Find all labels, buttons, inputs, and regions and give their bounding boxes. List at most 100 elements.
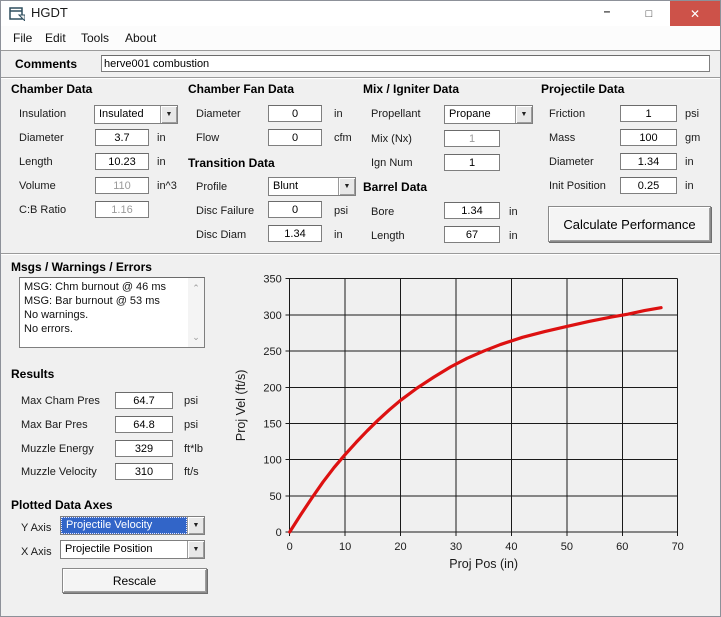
y-axis-select[interactable]: Projectile Velocity ▼: [60, 516, 205, 535]
mix-nx-label: Mix (Nx): [371, 133, 412, 145]
disc-diam-input[interactable]: [268, 225, 322, 242]
dropdown-arrow-icon[interactable]: ▼: [187, 517, 204, 534]
svg-text:200: 200: [263, 382, 281, 394]
cb-ratio-label: C:B Ratio: [19, 204, 66, 216]
svg-text:Proj Pos (in): Proj Pos (in): [449, 557, 518, 571]
app-form-icon: [9, 6, 25, 21]
close-button[interactable]: ✕: [670, 1, 720, 26]
friction-unit: psi: [685, 108, 699, 120]
init-position-input[interactable]: [620, 177, 677, 194]
disc-diam-label: Disc Diam: [196, 229, 246, 241]
max-bar-pres-unit: psi: [184, 419, 198, 431]
minimize-button[interactable]: –: [586, 1, 628, 26]
profile-select[interactable]: Blunt ▼: [268, 177, 356, 196]
muzzle-energy-label: Muzzle Energy: [21, 443, 94, 455]
mix-nx-input: [444, 130, 500, 147]
chamber-volume-label: Volume: [19, 180, 56, 192]
results-title: Results: [11, 367, 54, 381]
friction-input[interactable]: [620, 105, 677, 122]
barrel-length-label: Length: [371, 230, 405, 242]
fan-flow-unit: cfm: [334, 132, 352, 144]
svg-text:40: 40: [505, 541, 517, 553]
mass-label: Mass: [549, 132, 575, 144]
transition-data-title: Transition Data: [188, 156, 275, 170]
chamber-diameter-label: Diameter: [19, 132, 64, 144]
performance-chart: 010203040506070050100150200250300350Proj…: [231, 256, 721, 596]
messages-scrollbar[interactable]: ⌃ ⌄: [188, 278, 204, 347]
chamber-fan-data-title: Chamber Fan Data: [188, 82, 294, 96]
comments-label: Comments: [15, 57, 77, 71]
menu-file[interactable]: File: [13, 31, 32, 45]
dropdown-arrow-icon[interactable]: ▼: [338, 178, 355, 195]
insulation-select[interactable]: Insulated ▼: [94, 105, 178, 124]
bore-input[interactable]: [444, 202, 500, 219]
messages-lines: MSG: Chm burnout @ 46 ms MSG: Bar burnou…: [24, 280, 186, 336]
disc-failure-label: Disc Failure: [196, 205, 254, 217]
message-line: MSG: Chm burnout @ 46 ms: [24, 280, 186, 294]
menu-edit[interactable]: Edit: [45, 31, 66, 45]
fan-diameter-input[interactable]: [268, 105, 322, 122]
ign-num-input[interactable]: [444, 154, 500, 171]
message-line: No errors.: [24, 322, 186, 336]
scroll-up-icon[interactable]: ⌃: [188, 281, 204, 295]
svg-text:70: 70: [672, 541, 684, 553]
max-bar-pres-label: Max Bar Pres: [21, 419, 88, 431]
mass-input[interactable]: [620, 129, 677, 146]
max-cham-pres-unit: psi: [184, 395, 198, 407]
ign-num-label: Ign Num: [371, 157, 413, 169]
comments-input[interactable]: [101, 55, 710, 72]
calculate-performance-button[interactable]: Calculate Performance: [548, 206, 711, 242]
bore-label: Bore: [371, 206, 394, 218]
svg-text:50: 50: [561, 541, 573, 553]
messages-title: Msgs / Warnings / Errors: [11, 260, 152, 274]
bore-unit: in: [509, 206, 518, 218]
barrel-length-unit: in: [509, 230, 518, 242]
propellant-select[interactable]: Propane ▼: [444, 105, 533, 124]
chamber-volume-unit: in^3: [157, 180, 177, 192]
plotted-axes-title: Plotted Data Axes: [11, 498, 113, 512]
fan-diameter-label: Diameter: [196, 108, 241, 120]
muzzle-energy-value: [115, 440, 173, 457]
chamber-diameter-input[interactable]: [95, 129, 149, 146]
dropdown-arrow-icon[interactable]: ▼: [187, 541, 204, 558]
dropdown-arrow-icon[interactable]: ▼: [515, 106, 532, 123]
y-axis-label: Y Axis: [21, 522, 51, 534]
barrel-data-title: Barrel Data: [363, 180, 427, 194]
insulation-label: Insulation: [19, 108, 66, 120]
svg-text:100: 100: [263, 455, 281, 467]
fan-flow-input[interactable]: [268, 129, 322, 146]
mix-igniter-data-title: Mix / Igniter Data: [363, 82, 459, 96]
chamber-length-input[interactable]: [95, 153, 149, 170]
chamber-length-unit: in: [157, 156, 166, 168]
fan-diameter-unit: in: [334, 108, 343, 120]
svg-text:250: 250: [263, 346, 281, 358]
disc-diam-unit: in: [334, 229, 343, 241]
menu-about[interactable]: About: [125, 31, 156, 45]
svg-text:300: 300: [263, 310, 281, 322]
muzzle-velocity-unit: ft/s: [184, 466, 199, 478]
menu-tools[interactable]: Tools: [81, 31, 109, 45]
projectile-data-title: Projectile Data: [541, 82, 624, 96]
cb-ratio-input: [95, 201, 149, 218]
comments-row: Comments: [1, 52, 720, 78]
title-bar: HGDT – □ ✕: [1, 1, 720, 26]
projectile-diameter-label: Diameter: [549, 156, 594, 168]
app-window: HGDT – □ ✕ File Edit Tools About Comment…: [0, 0, 721, 617]
messages-box[interactable]: MSG: Chm burnout @ 46 ms MSG: Bar burnou…: [19, 277, 205, 348]
rescale-button[interactable]: Rescale: [62, 568, 207, 593]
scroll-down-icon[interactable]: ⌄: [188, 330, 204, 344]
disc-failure-input[interactable]: [268, 201, 322, 218]
svg-text:Proj Vel (ft/s): Proj Vel (ft/s): [234, 370, 248, 442]
chamber-length-label: Length: [19, 156, 53, 168]
disc-failure-unit: psi: [334, 205, 348, 217]
barrel-length-input[interactable]: [444, 226, 500, 243]
dropdown-arrow-icon[interactable]: ▼: [160, 106, 177, 123]
projectile-diameter-input[interactable]: [620, 153, 677, 170]
chamber-diameter-unit: in: [157, 132, 166, 144]
x-axis-select[interactable]: Projectile Position ▼: [60, 540, 205, 559]
maximize-button[interactable]: □: [628, 1, 670, 26]
init-position-unit: in: [685, 180, 694, 192]
muzzle-velocity-value: [115, 463, 173, 480]
svg-text:0: 0: [287, 541, 293, 553]
message-line: MSG: Bar burnout @ 53 ms: [24, 294, 186, 308]
